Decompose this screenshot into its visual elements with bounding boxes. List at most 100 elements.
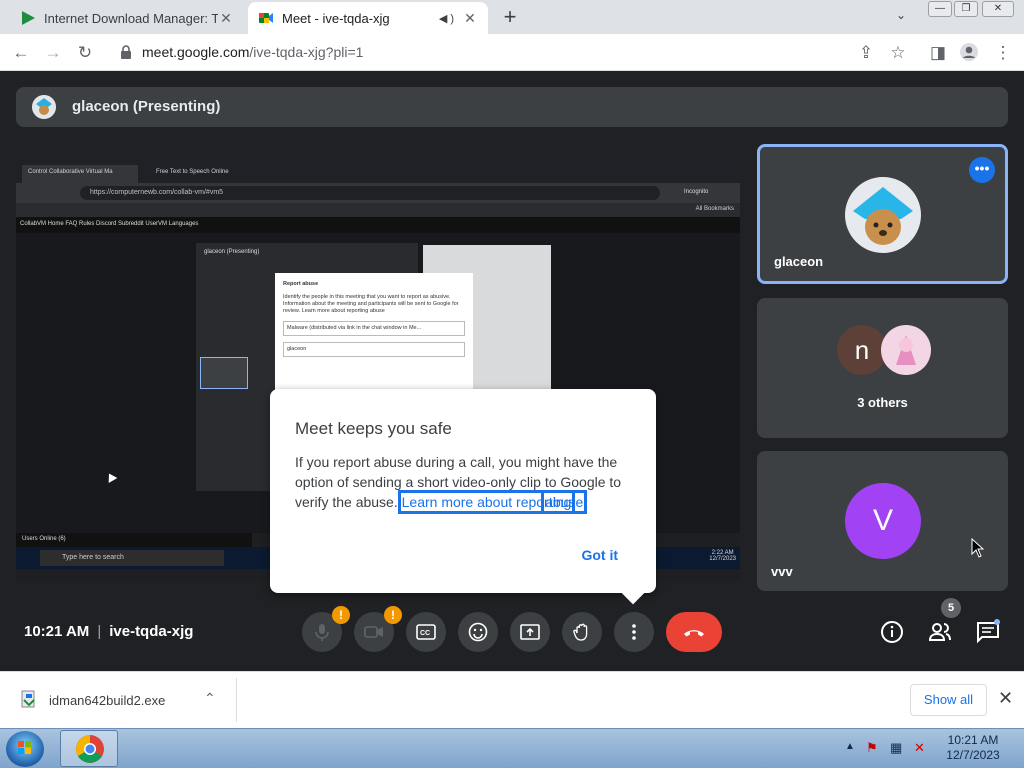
microphone-icon — [315, 624, 329, 641]
installer-file-icon — [20, 690, 38, 715]
shared-incognito-label: Incognito — [684, 189, 709, 195]
emoji-icon — [468, 622, 488, 642]
participant-name: 3 others — [857, 395, 908, 410]
more-options-icon[interactable]: ••• — [969, 157, 995, 183]
camera-icon — [364, 626, 383, 638]
participants-count-badge: 5 — [941, 598, 961, 618]
microphone-button[interactable]: ! — [302, 606, 350, 652]
chrome-icon — [76, 735, 104, 763]
show-all-button[interactable]: Show all — [910, 684, 987, 716]
shared-search-box: Type here to search — [40, 550, 224, 566]
more-options-button[interactable] — [614, 612, 654, 652]
avatar — [845, 177, 921, 253]
shared-date: 12/7/2023 — [709, 556, 736, 562]
chat-icon — [977, 619, 1000, 644]
hand-icon — [573, 623, 588, 641]
bookmark-star-icon[interactable]: ☆ — [887, 42, 909, 64]
shared-bookmarks-bar: All Bookmarks — [16, 203, 740, 217]
participant-tile-glaceon[interactable]: ••• glaceon — [757, 144, 1008, 284]
tab-title: Meet - ive-tqda-xjg — [282, 10, 390, 26]
idm-play-icon — [20, 10, 36, 26]
captions-button[interactable]: CC — [406, 612, 446, 652]
window-close-button[interactable]: ✕ — [982, 1, 1014, 17]
safety-popup: Meet keeps you safe If you report abuse … — [270, 389, 656, 593]
tab-search-chevron-icon[interactable]: ⌄ — [896, 8, 906, 22]
shared-report-abuse-dialog: Report abuse Identify the people in this… — [275, 273, 473, 403]
participant-tile-vvv[interactable]: V vvv — [757, 451, 1008, 591]
popup-title: Meet keeps you safe — [295, 419, 452, 438]
svg-text:CC: CC — [420, 630, 430, 637]
back-arrow-icon[interactable]: ← — [10, 42, 32, 64]
reload-icon[interactable]: ↻ — [74, 42, 96, 64]
shared-clock: 2:22 AM 12/7/2023 — [709, 550, 736, 562]
download-file-name[interactable]: idman642build2.exe — [49, 693, 165, 708]
learn-more-link-continued[interactable]: abuse — [541, 490, 588, 514]
camera-button[interactable]: ! — [354, 606, 402, 652]
meet-logo-icon — [258, 10, 274, 26]
shared-cursor-icon — [104, 471, 118, 483]
avatar — [881, 325, 931, 375]
share-icon[interactable]: ⇪ — [855, 42, 877, 64]
volume-muted-icon[interactable]: ✕ — [914, 740, 925, 756]
network-icon[interactable]: ▦ — [890, 740, 902, 756]
taskbar-chrome-button[interactable] — [60, 730, 118, 767]
captions-icon: CC — [416, 624, 436, 640]
presenter-bar: glaceon (Presenting) — [16, 87, 1008, 127]
close-icon[interactable]: ✕ — [998, 688, 1013, 709]
shared-tab-strip: Control Collaborative Virtual Ma Free Te… — [16, 161, 740, 183]
speaker-icon[interactable]: ◀ ) — [439, 12, 454, 25]
meeting-time: 10:21 AM — [24, 623, 90, 640]
participant-tile-others[interactable]: n 3 others — [757, 298, 1008, 438]
close-icon[interactable]: ✕ — [218, 10, 234, 27]
divider — [236, 678, 237, 722]
restore-button[interactable]: ❐ — [954, 1, 978, 17]
network-warning-icon[interactable]: ⚑ — [866, 740, 878, 756]
info-icon — [881, 621, 903, 643]
reactions-button[interactable] — [458, 612, 498, 652]
meeting-details-button[interactable] — [879, 619, 905, 645]
browser-tab-strip: Internet Download Manager: The ✕ Meet - … — [0, 0, 1024, 34]
divider: | — [97, 623, 102, 640]
shared-all-bookmarks: All Bookmarks — [695, 206, 734, 212]
shared-dialog-title: Report abuse — [283, 281, 319, 287]
chevron-up-icon[interactable]: ⌃ — [204, 690, 216, 707]
people-button[interactable] — [927, 619, 953, 645]
got-it-button[interactable]: Got it — [581, 547, 618, 563]
shared-site-nav: CollabVM Home FAQ Rules Discord Subreddi… — [16, 217, 740, 233]
side-panel-icon[interactable]: ◨ — [927, 42, 949, 64]
shared-address-bar: https://computernewb.com/collab-vm/#vm5 … — [16, 183, 740, 203]
system-clock[interactable]: 10:21 AM 12/7/2023 — [940, 733, 1006, 763]
raise-hand-button[interactable] — [562, 612, 602, 652]
avatar: V — [845, 483, 921, 559]
lock-icon[interactable] — [120, 45, 132, 59]
present-now-button[interactable] — [510, 612, 550, 652]
presenter-label: glaceon (Presenting) — [72, 98, 221, 115]
chat-button[interactable] — [975, 619, 1001, 645]
windows-taskbar: ▲ ⚑ ▦ ✕ 10:21 AM 12/7/2023 — [0, 728, 1024, 768]
participant-name: glaceon — [774, 254, 824, 269]
participant-name: vvv — [771, 564, 793, 579]
shared-dialog-select: Malware (distributed via link in the cha… — [283, 321, 465, 336]
start-button[interactable] — [6, 731, 44, 767]
profile-icon[interactable] — [958, 42, 980, 64]
address-bar[interactable]: meet.google.com/ive-tqda-xjg?pli=1 — [142, 44, 363, 60]
tab-internet-download-manager[interactable]: Internet Download Manager: The ✕ — [10, 2, 244, 34]
shared-tab: Free Text to Speech Online — [156, 169, 229, 175]
windows-logo-icon — [18, 741, 31, 754]
system-date: 12/7/2023 — [946, 748, 1000, 762]
close-icon[interactable]: ✕ — [462, 10, 478, 27]
shared-dialog-text: Identify the people in this meeting that… — [283, 294, 459, 314]
hang-up-icon — [684, 630, 704, 637]
minimize-button[interactable]: — — [928, 1, 952, 17]
avatar: n — [837, 325, 887, 375]
tray-expand-icon[interactable]: ▲ — [845, 741, 855, 752]
tab-meet[interactable]: Meet - ive-tqda-xjg ◀ ) ✕ — [248, 2, 488, 34]
system-time: 10:21 AM — [947, 733, 999, 747]
menu-kebab-icon[interactable]: ⋮ — [992, 42, 1014, 64]
meet-area: glaceon (Presenting) Control Collaborati… — [0, 71, 1024, 671]
more-vert-icon — [632, 624, 636, 640]
forward-arrow-icon[interactable]: → — [42, 42, 64, 64]
url-path: /ive-tqda-xjg?pli=1 — [249, 44, 364, 60]
new-tab-button[interactable]: + — [498, 5, 522, 29]
leave-call-button[interactable] — [666, 612, 722, 652]
